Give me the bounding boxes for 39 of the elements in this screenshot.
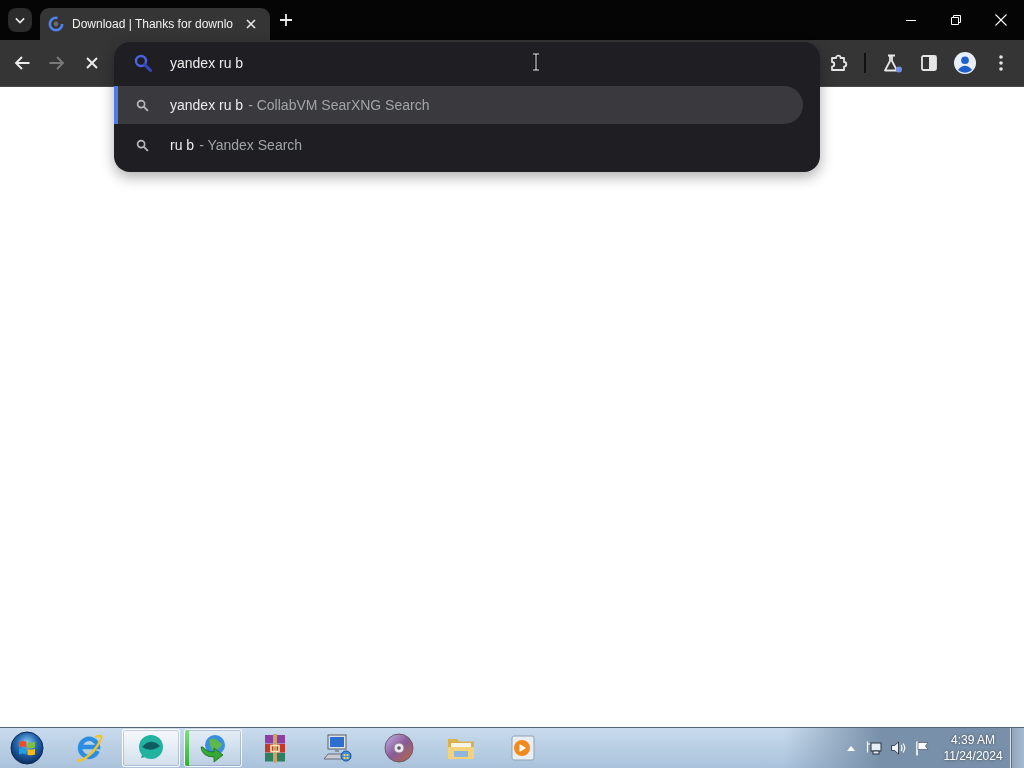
taskbar-button[interactable]	[184, 729, 242, 767]
puzzle-piece-icon	[830, 54, 848, 72]
suggestion-item[interactable]: yandex ru b - CollabVM SearXNG Search	[114, 86, 803, 124]
network-icon[interactable]	[866, 740, 882, 756]
suggestion-source: - CollabVM SearXNG Search	[248, 97, 430, 113]
close-icon	[994, 14, 1007, 26]
side-panel-icon	[921, 55, 937, 71]
more-vertical-icon	[999, 55, 1003, 71]
suggestion-item[interactable]: ru b - Yandex Search	[114, 126, 803, 164]
flag-icon[interactable]	[914, 740, 930, 756]
caret-up-icon	[847, 745, 855, 751]
address-field[interactable]: yandex ru b	[170, 53, 590, 73]
avatar-icon	[954, 52, 976, 74]
caret-down-icon	[15, 16, 25, 24]
computer-icon	[321, 732, 353, 764]
suggestion-text: yandex ru b	[170, 97, 244, 113]
minimize-icon	[905, 19, 916, 21]
volume-icon[interactable]	[890, 740, 906, 756]
back-arrow-icon	[14, 56, 30, 70]
tab-title: Download | Thanks for downlo	[72, 17, 233, 31]
close-icon	[86, 57, 98, 69]
start-orb-icon	[10, 731, 44, 765]
restore-icon	[950, 15, 961, 25]
plus-icon	[280, 14, 292, 26]
search-icon	[136, 138, 149, 152]
disc-icon	[383, 732, 415, 764]
suggestion-text: ru b	[170, 137, 195, 153]
close-icon	[246, 19, 256, 29]
search-icon	[136, 98, 149, 112]
tab-search-button[interactable]	[8, 8, 32, 32]
suggestion-source: - Yandex Search	[199, 137, 303, 153]
loading-spinner-icon	[48, 16, 64, 32]
text-cursor-icon	[532, 53, 540, 71]
flask-icon	[883, 53, 903, 73]
forward-arrow-icon	[49, 56, 65, 70]
taskbar-button[interactable]	[122, 729, 180, 767]
search-icon	[134, 54, 152, 72]
show-desktop-button[interactable]	[1010, 728, 1024, 768]
browser-tab[interactable]: Download | Thanks for downlo	[40, 8, 270, 40]
